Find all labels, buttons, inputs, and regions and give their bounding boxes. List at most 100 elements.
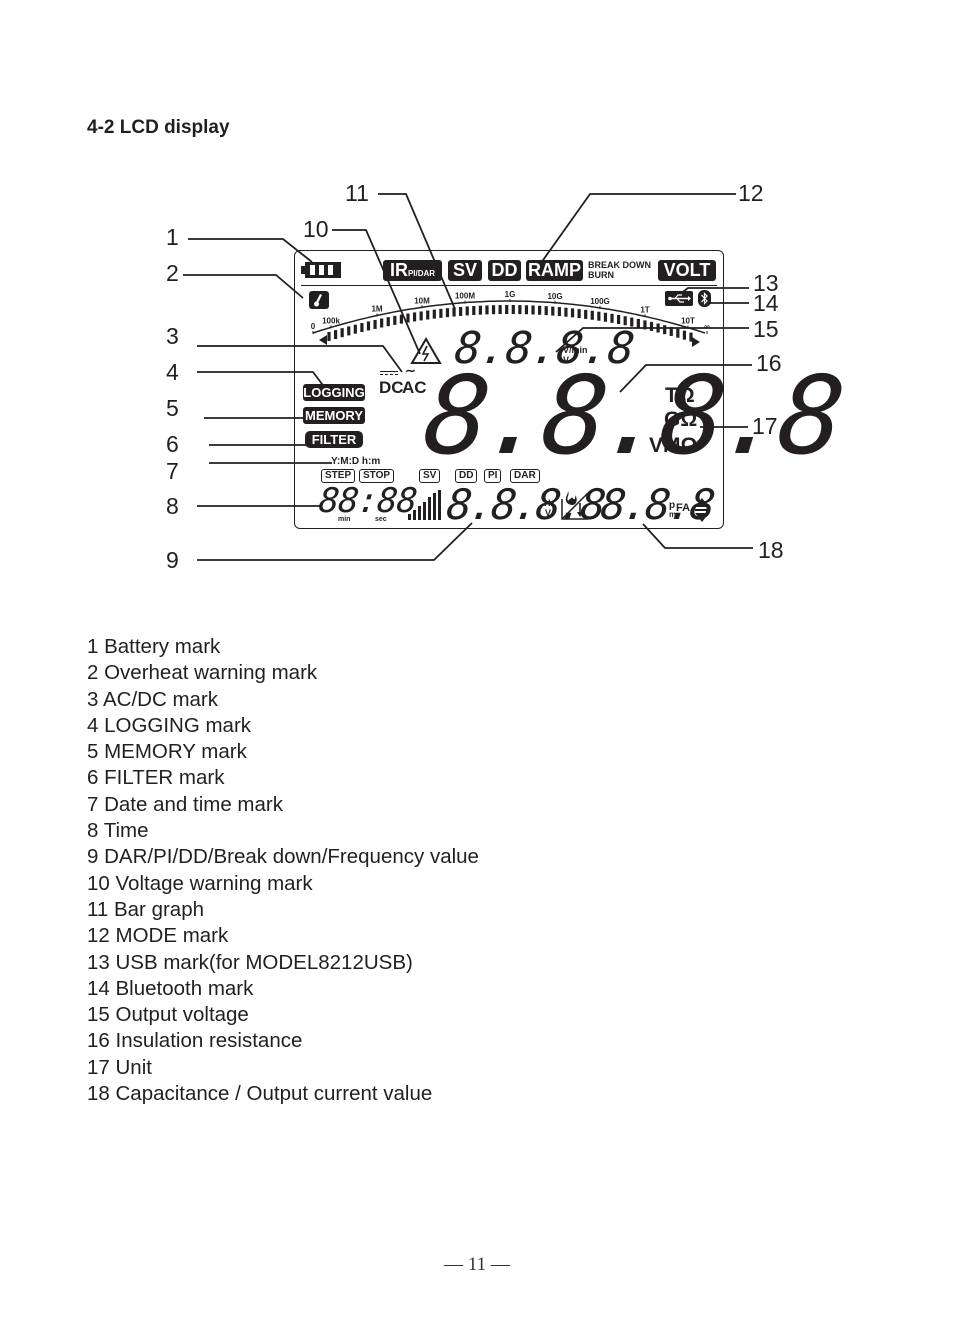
lcd-divider	[301, 285, 717, 286]
insulation-resistance-digits: 8.8.8.8	[418, 354, 845, 479]
bar-graph-segment	[412, 312, 417, 322]
bar-graph-segment	[636, 318, 640, 328]
bar-graph-segment	[544, 306, 548, 316]
bar-graph-segment	[439, 308, 443, 318]
dc-symbol	[380, 371, 398, 377]
logging-mark: LOGGING	[303, 384, 365, 401]
bar-graph-segment	[478, 305, 482, 315]
up-down-arrows-icon	[695, 498, 709, 522]
bar-graph-segment	[380, 318, 384, 328]
mode-burn: BURN	[588, 270, 614, 280]
callout-9: 9	[166, 547, 179, 573]
bar-graph-segment	[347, 326, 351, 336]
unit-gohm: GΩ	[664, 408, 698, 431]
bar-graph-segment	[531, 305, 535, 315]
callout-14: 14	[753, 290, 779, 316]
secondary-unit-hz: Hz	[544, 498, 555, 508]
legend-item: 14 Bluetooth mark	[87, 976, 254, 1000]
battery-icon	[301, 262, 341, 278]
legend-item: 11 Bar graph	[87, 897, 205, 921]
bar-graph-right-arrow	[692, 337, 700, 347]
bar-graph-segment	[590, 310, 594, 320]
bar-graph-segment	[366, 321, 371, 331]
legend-item: 10 Voltage warning mark	[87, 871, 313, 895]
legend-item: 5 MEMORY mark	[87, 740, 247, 764]
signal-steps-icon	[408, 490, 441, 520]
mode-ir: IRPI/DAR	[383, 260, 442, 281]
mode-break-down: BREAK DOWN	[588, 260, 651, 270]
lcd-diagram: 1 2 3 4 5 6 7 8 9 10 11 12 13 14 15 16 1…	[0, 0, 954, 620]
bar-graph-segment	[340, 328, 344, 338]
bar-graph-segment	[538, 305, 542, 315]
bar-graph-segment	[373, 319, 377, 329]
legend-item: 13 USB mark(for MODEL8212USB)	[87, 950, 413, 974]
page-number: — 11 —	[444, 1254, 510, 1275]
bar-graph-scale-label: 100k	[322, 316, 340, 325]
bar-graph-segment	[419, 311, 423, 321]
bar-graph-scale-label: 100G	[590, 297, 610, 306]
bar-graph-scale-label: 10M	[414, 296, 430, 305]
bar-graph-segment	[452, 307, 456, 317]
unit-vmohm: VMΩ	[649, 434, 698, 457]
bar-graph-segment	[360, 323, 364, 333]
bar-graph-segment	[564, 307, 568, 317]
mode-sv: SV	[448, 260, 482, 281]
bar-graph-segment	[524, 305, 529, 315]
bar-graph-scale-label: ∞	[704, 322, 710, 331]
unit-tohm: TΩ	[665, 384, 695, 407]
callout-7: 7	[166, 458, 179, 484]
mode-ir-label: IR	[389, 260, 408, 280]
bar-graph-segment	[505, 305, 509, 315]
bar-graph-segment	[656, 323, 660, 333]
bar-graph-segment	[603, 312, 608, 322]
bar-graph-segment	[577, 309, 581, 319]
bar-graph-segment	[682, 330, 687, 340]
date-time-mark: Y:M:D h:m	[331, 456, 381, 467]
bar-graph-segment	[406, 313, 410, 323]
mode-ramp: RAMP	[526, 260, 583, 281]
lcd-panel: IRPI/DAR SV DD RAMP BREAK DOWN BURN VOLT	[294, 250, 845, 529]
bar-graph-segment	[551, 306, 555, 316]
bar-graph-segment	[663, 325, 667, 335]
memory-mark: MEMORY	[303, 407, 365, 424]
mode-dd: DD	[488, 260, 521, 281]
legend-item: 3 AC/DC mark	[87, 687, 218, 711]
bar-graph-segment	[649, 321, 654, 331]
bar-graph-segment	[472, 306, 476, 316]
legend-item: 2 Overheat warning mark	[87, 661, 318, 685]
callout-15: 15	[753, 316, 779, 342]
flame-icon	[561, 491, 589, 520]
bar-graph-segment	[426, 310, 430, 320]
mode-ir-sub-label: PI/DAR	[407, 269, 436, 278]
time-unit-sec: sec	[375, 516, 387, 523]
bar-graph-scale-label: 10G	[547, 292, 562, 301]
bar-graph-segment	[465, 306, 469, 316]
bar-graph-segment	[511, 305, 515, 315]
bar-graph-segment	[327, 331, 331, 341]
bar-graph-left-arrow	[319, 335, 327, 345]
bar-graph-scale-label: 1T	[640, 305, 649, 314]
secondary-unit-v: V	[545, 508, 552, 518]
bar-graph-segment	[432, 309, 436, 319]
callout-3: 3	[166, 323, 179, 349]
filter-mark: FILTER	[305, 431, 363, 448]
bar-graph-segment	[676, 328, 680, 338]
legend-item: 9 DAR/PI/DD/Break down/Frequency value	[87, 845, 479, 869]
callout-1: 1	[166, 224, 179, 250]
bar-graph-scale-label: 100M	[455, 292, 475, 301]
bar-graph-segment	[498, 305, 502, 315]
callout-5: 5	[166, 395, 179, 421]
legend-item: 16 Insulation resistance	[87, 1029, 303, 1053]
cap-unit-fa: FA	[676, 502, 691, 514]
callout-18: 18	[758, 537, 784, 563]
time-digits: 88:88	[316, 481, 419, 521]
legend-item: 8 Time	[87, 819, 149, 843]
bar-graph-segment	[669, 326, 673, 336]
bar-graph-segment	[399, 314, 403, 324]
callout-12: 12	[738, 180, 764, 206]
leader-2	[183, 274, 304, 299]
bar-graph-scale-label: 0	[311, 322, 316, 331]
bar-graph-segment	[518, 305, 522, 315]
bar-graph-segment	[570, 308, 575, 318]
bar-graph-scale-label: 1G	[505, 290, 516, 299]
